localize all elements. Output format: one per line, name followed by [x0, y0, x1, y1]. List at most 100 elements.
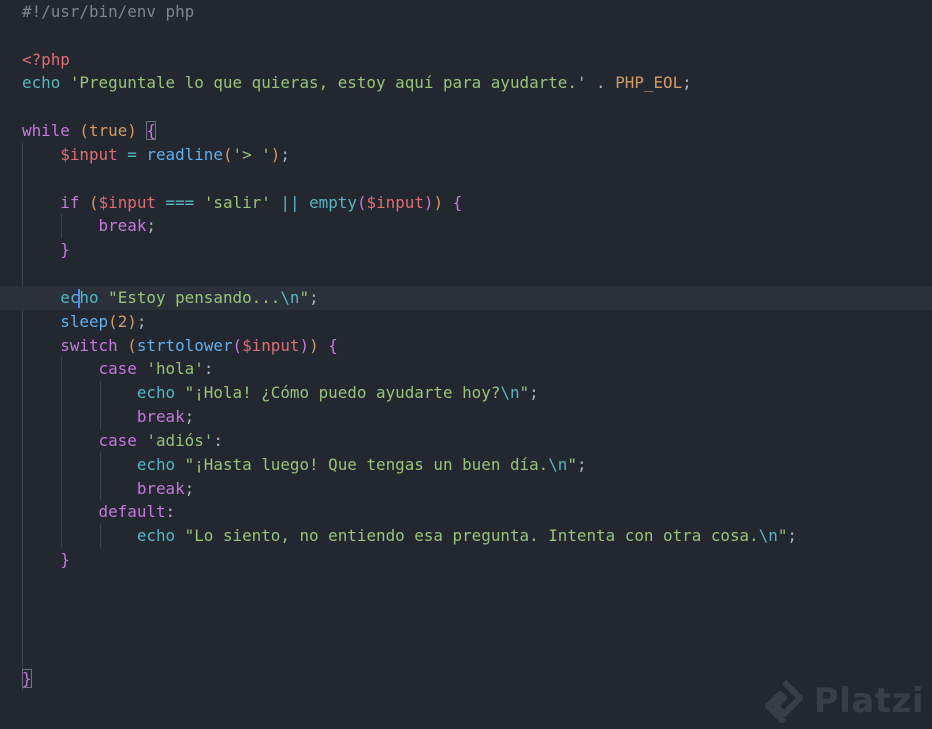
code-token: "	[519, 383, 530, 403]
code-line-24[interactable]: }	[22, 548, 932, 572]
code-token: break	[136, 478, 185, 498]
code-line-5[interactable]	[22, 95, 932, 119]
code-token: =	[117, 144, 147, 164]
code-token: (	[222, 144, 233, 164]
code-token: ;	[787, 526, 797, 546]
code-line-27[interactable]	[22, 620, 932, 644]
code-line-12[interactable]	[22, 262, 932, 286]
code-token: "	[777, 526, 788, 546]
code-token: $input	[366, 192, 424, 212]
code-token: ;	[146, 216, 156, 236]
code-token: ;	[682, 73, 692, 93]
code-token: }	[60, 550, 70, 570]
code-token: "	[299, 287, 310, 307]
code-line-25[interactable]	[22, 572, 932, 596]
code-line-23[interactable]: echo "Lo siento, no entiendo esa pregunt…	[22, 524, 932, 548]
code-token: )	[127, 121, 137, 141]
code-token: ;	[576, 454, 587, 474]
code-line-16[interactable]: case 'hola':	[22, 357, 932, 381]
code-token: \n	[548, 454, 568, 474]
code-token: if	[60, 192, 80, 212]
code-token: PHP_EOL	[615, 73, 683, 93]
platzi-watermark: Platzi	[762, 679, 924, 723]
code-line-19[interactable]: case 'adiós':	[22, 429, 932, 453]
code-token: #!/usr/bin/env php	[22, 2, 195, 21]
code-token: readline	[146, 144, 223, 164]
code-line-21[interactable]: break;	[22, 477, 932, 501]
code-token: ;	[184, 478, 195, 498]
code-token: (	[232, 335, 243, 355]
code-line-6[interactable]: while (true) {	[22, 119, 932, 143]
code-token: echo	[136, 383, 176, 403]
code-line-4[interactable]: echo 'Preguntale lo que quieras, estoy a…	[22, 71, 932, 95]
code-token: (	[127, 335, 137, 355]
code-line-18[interactable]: break;	[22, 405, 932, 429]
code-token: 'adiós'	[146, 430, 214, 450]
platzi-logo-icon	[764, 679, 803, 723]
code-token: "¡Hola! ¿Cómo puedo ayudarte hoy?	[184, 383, 501, 403]
code-line-10[interactable]: break;	[22, 214, 932, 238]
code-token: ||	[270, 192, 310, 212]
code-line-28[interactable]	[22, 643, 932, 667]
code-token: break	[98, 216, 147, 236]
code-token: case	[98, 430, 137, 450]
code-line-11[interactable]: }	[22, 238, 932, 262]
code-token: )	[299, 335, 310, 355]
code-line-1[interactable]: #!/usr/bin/env php	[22, 0, 932, 24]
code-token: "¡Hasta luego! Que tengas un buen día.	[184, 454, 549, 474]
code-token: ;	[280, 144, 290, 164]
code-token: strtolower	[136, 335, 233, 355]
code-line-26[interactable]	[22, 596, 932, 620]
code-line-17[interactable]: echo "¡Hola! ¿Cómo puedo ayudarte hoy?\n…	[22, 381, 932, 405]
code-line-8[interactable]	[22, 167, 932, 191]
code-token: )	[309, 335, 319, 355]
code-token: 'hola'	[146, 359, 204, 379]
code-token: ;	[529, 383, 539, 403]
code-line-20[interactable]: echo "¡Hasta luego! Que tengas un buen d…	[22, 453, 932, 477]
code-line-2[interactable]	[22, 24, 932, 48]
code-token: )	[270, 144, 281, 164]
code-token: "Lo siento, no entiendo esa pregunta. In…	[184, 526, 759, 546]
code-line-3[interactable]: <?php	[22, 48, 932, 72]
code-line-15[interactable]: switch (strtolower($input)) {	[22, 334, 932, 358]
code-line-22[interactable]: default:	[22, 500, 932, 524]
code-token: '> '	[232, 144, 271, 164]
code-area[interactable]: #!/usr/bin/env php <?php echo 'Preguntale…	[0, 0, 932, 715]
code-line-9[interactable]: if ($input === 'salir' || empty($input))…	[22, 191, 932, 215]
code-line-13[interactable]: echo "Estoy pensando...\n";	[0, 285, 932, 310]
code-token: .	[586, 73, 616, 93]
code-token: 'salir'	[203, 192, 271, 212]
code-line-14[interactable]: sleep(2);	[22, 310, 932, 334]
code-token: ec	[60, 287, 80, 307]
code-editor[interactable]: #!/usr/bin/env php <?php echo 'Preguntale…	[0, 0, 932, 729]
code-token: \n	[758, 526, 778, 546]
code-token: }	[60, 240, 70, 260]
code-token: case	[98, 359, 137, 379]
code-token: {	[328, 335, 338, 355]
code-token: :	[203, 359, 214, 379]
code-line-7[interactable]: $input = readline('> ');	[22, 143, 932, 167]
